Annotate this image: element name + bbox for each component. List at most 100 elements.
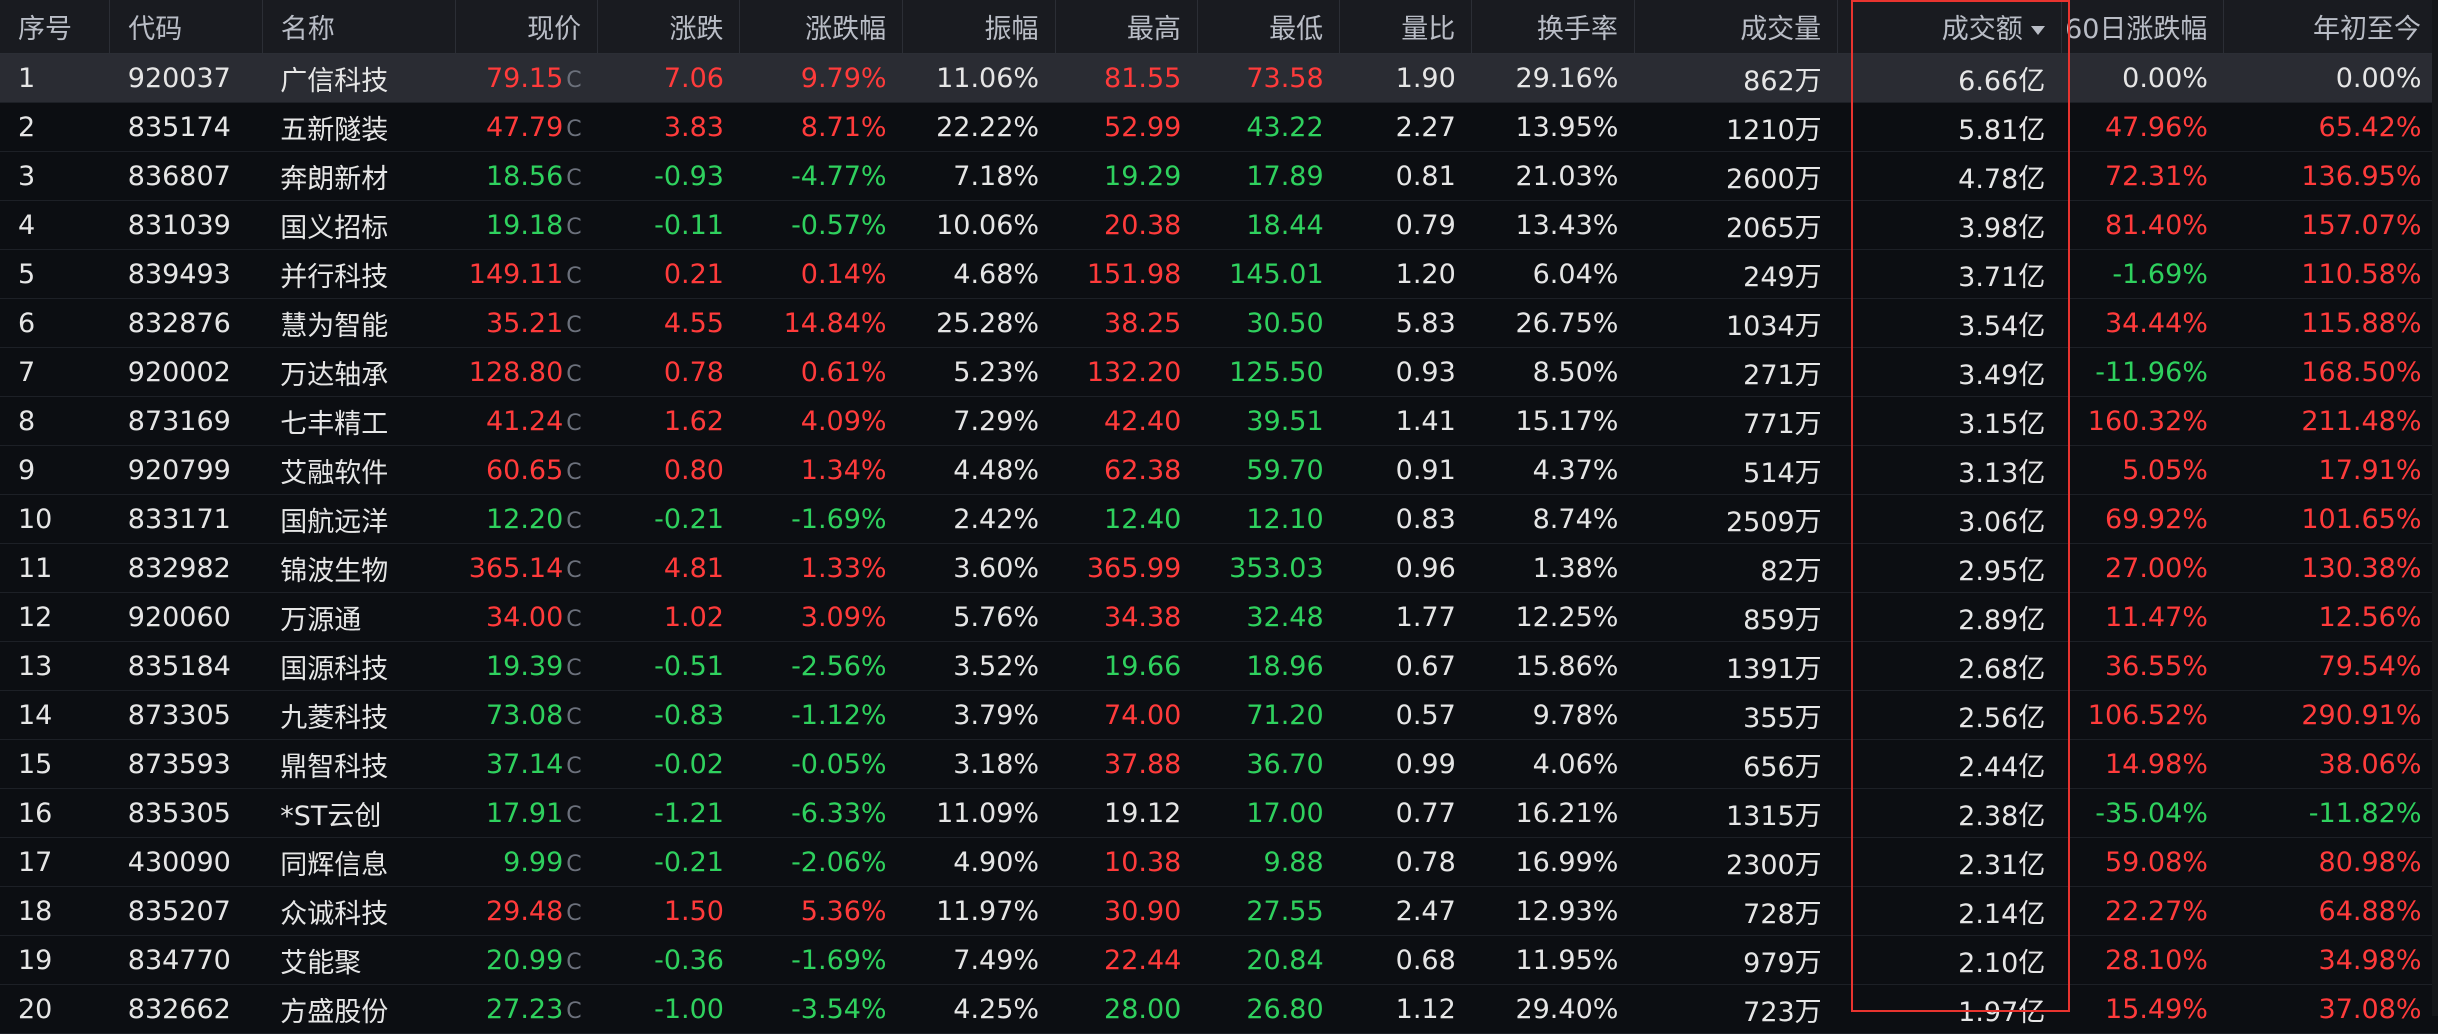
cell-low: 20.84 [1197, 935, 1340, 985]
cell-high: 30.90 [1055, 886, 1198, 936]
cell-name: 同辉信息 [262, 837, 456, 887]
table-row[interactable]: 2 835174 五新隧装 47.79 C 3.83 8.71% 22.22% 52.99 43.… [0, 102, 2438, 152]
cell-amp: 5.76% [902, 592, 1056, 642]
cell-value: 6 [18, 307, 36, 339]
column-header-d60[interactable]: 60日涨跌幅 [2061, 0, 2225, 54]
column-header-high[interactable]: 最高 [1055, 0, 1198, 54]
cell-value: -0.93 [654, 160, 724, 192]
cell-value: 41.24 [485, 405, 564, 437]
table-row[interactable]: 8 873169 七丰精工 41.24 C 1.62 4.09% 7.29% 42.40 39.5… [0, 396, 2438, 446]
cell-value: 7.06 [663, 62, 724, 94]
cell-ytd: 34.98% [2223, 935, 2438, 985]
table-row[interactable]: 10 833171 国航远洋 12.20 C -0.21 -1.69% 2.42% 12.40 1… [0, 494, 2438, 544]
column-header-code[interactable]: 代码 [109, 0, 263, 54]
column-header-price[interactable]: 现价 [455, 0, 599, 54]
cell-vol: 656万 [1634, 739, 1838, 789]
cell-value: -1.69% [791, 503, 887, 535]
table-row[interactable]: 5 839493 并行科技 149.11 C 0.21 0.14% 4.68% 151.98 14… [0, 249, 2438, 299]
cell-value: 157.07% [2301, 209, 2422, 241]
column-header-vr[interactable]: 量比 [1339, 0, 1473, 54]
cell-value: 65.42% [2318, 111, 2422, 143]
cell-value: -1.12% [791, 699, 887, 731]
cell-code: 873593 [109, 739, 263, 789]
column-header-vol[interactable]: 成交量 [1634, 0, 1839, 54]
cell-value: 151.98 [1086, 258, 1182, 290]
cell-value: 0.61% [800, 356, 887, 388]
column-header-chg[interactable]: 涨跌 [597, 0, 741, 54]
table-row[interactable]: 7 920002 万达轴承 128.80 C 0.78 0.61% 5.23% 132.20 12… [0, 347, 2438, 397]
table-row[interactable]: 14 873305 九菱科技 73.08 C -0.83 -1.12% 3.79% 74.00 7… [0, 690, 2438, 740]
column-header-label: 序号 [18, 14, 72, 45]
cell-turn: 6.04% [1471, 249, 1635, 299]
column-header-label: 成交额 [1941, 14, 2023, 45]
table-row[interactable]: 16 835305 *ST云创 17.91 C -1.21 -6.33% 11.09% 19.1… [0, 788, 2438, 838]
table-row[interactable]: 4 831039 国义招标 19.18 C -0.11 -0.57% 10.06% 20.38 1… [0, 200, 2438, 250]
cell-vol: 1210万 [1634, 102, 1838, 152]
table-row[interactable]: 15 873593 鼎智科技 37.14 C -0.02 -0.05% 3.18% 37.88 3… [0, 739, 2438, 789]
column-header-pct[interactable]: 涨跌幅 [739, 0, 904, 54]
column-header-amt[interactable]: 成交额 [1837, 0, 2062, 54]
column-header-low[interactable]: 最低 [1197, 0, 1341, 54]
cell-d60: 34.44% [2061, 298, 2224, 348]
cell-value: 72.31% [2104, 160, 2208, 192]
cell-d60: 27.00% [2061, 543, 2224, 593]
cell-ytd: 211.48% [2223, 396, 2438, 446]
cell-amp: 4.48% [902, 445, 1056, 495]
column-header-turn[interactable]: 换手率 [1471, 0, 1635, 54]
cell-d60: 15.49% [2061, 984, 2224, 1034]
cell-high: 19.66 [1055, 641, 1198, 691]
cell-value: 59.08% [2104, 846, 2208, 878]
cell-value: 920799 [127, 454, 231, 486]
cell-vol: 2065万 [1634, 200, 1838, 250]
table-row[interactable]: 6 832876 慧为智能 35.21 C 4.55 14.84% 25.28% 38.25 30… [0, 298, 2438, 348]
caret-down-icon[interactable] [2030, 26, 2045, 35]
cell-low: 9.88 [1197, 837, 1340, 887]
cell-value: 728万 [1743, 898, 1822, 930]
cell-value: 七丰精工 [280, 408, 389, 440]
cell-ytd: 168.50% [2223, 347, 2438, 397]
price-tag: C [566, 606, 582, 632]
table-row[interactable]: 19 834770 艾能聚 20.99 C -0.36 -1.69% 7.49% 22.44 20… [0, 935, 2438, 985]
cell-turn: 29.16% [1471, 53, 1635, 103]
cell-value: 656万 [1743, 751, 1822, 783]
column-header-seq[interactable]: 序号 [0, 0, 111, 54]
cell-amp: 3.52% [902, 641, 1056, 691]
vertical-scrollbar[interactable] [2432, 0, 2438, 1016]
cell-amp: 4.25% [902, 984, 1056, 1034]
table-row[interactable]: 20 832662 方盛股份 27.23 C -1.00 -3.54% 4.25% 28.00 2… [0, 984, 2438, 1034]
cell-value: 69.92% [2104, 503, 2208, 535]
table-row[interactable]: 13 835184 国源科技 19.39 C -0.51 -2.56% 3.52% 19.66 1… [0, 641, 2438, 691]
column-header-name[interactable]: 名称 [262, 0, 456, 54]
cell-code: 835174 [109, 102, 263, 152]
cell-value: 1.12 [1395, 993, 1456, 1025]
cell-value: 38.06% [2318, 748, 2422, 780]
table-row[interactable]: 3 836807 奔朗新材 18.56 C -0.93 -4.77% 7.18% 19.29 17… [0, 151, 2438, 201]
price-tag: C [566, 312, 582, 338]
cell-value: 145.01 [1229, 258, 1324, 290]
column-header-ytd[interactable]: 年初至今 [2223, 0, 2438, 54]
table-row[interactable]: 12 920060 万源通 34.00 C 1.02 3.09% 5.76% 34.38 32.4… [0, 592, 2438, 642]
cell-value: 3.49亿 [1958, 359, 2046, 391]
table-row[interactable]: 18 835207 众诚科技 29.48 C 1.50 5.36% 11.97% 30.90 27… [0, 886, 2438, 936]
cell-d60: 28.10% [2061, 935, 2224, 985]
cell-value: 873169 [127, 405, 231, 437]
cell-vol: 859万 [1634, 592, 1838, 642]
cell-seq: 8 [0, 396, 110, 446]
cell-name: 七丰精工 [262, 396, 456, 446]
cell-value: *ST云创 [280, 800, 382, 832]
cell-low: 32.48 [1197, 592, 1340, 642]
column-header-amp[interactable]: 振幅 [902, 0, 1056, 54]
cell-value: 4.48% [953, 454, 1040, 486]
table-row[interactable]: 17 430090 同辉信息 9.99 C -0.21 -2.06% 4.90% 10.38 9.… [0, 837, 2438, 887]
cell-value: 8 [18, 405, 36, 437]
table-row[interactable]: 11 832982 锦波生物 365.14 C 4.81 1.33% 3.60% 365.99 3… [0, 543, 2438, 593]
cell-amp: 5.23% [902, 347, 1056, 397]
cell-d60: 81.40% [2061, 200, 2224, 250]
cell-value: 2.89亿 [1958, 604, 2046, 636]
table-row[interactable]: 9 920799 艾融软件 60.65 C 0.80 1.34% 4.48% 62.38 59.7… [0, 445, 2438, 495]
cell-value: 106.52% [2087, 699, 2208, 731]
column-header-label: 年初至今 [2313, 14, 2421, 45]
cell-value: -0.05% [791, 748, 887, 780]
cell-low: 18.96 [1197, 641, 1340, 691]
table-row[interactable]: 1 920037 广信科技 79.15 C 7.06 9.79% 11.06% 81.55 73.… [0, 53, 2438, 103]
